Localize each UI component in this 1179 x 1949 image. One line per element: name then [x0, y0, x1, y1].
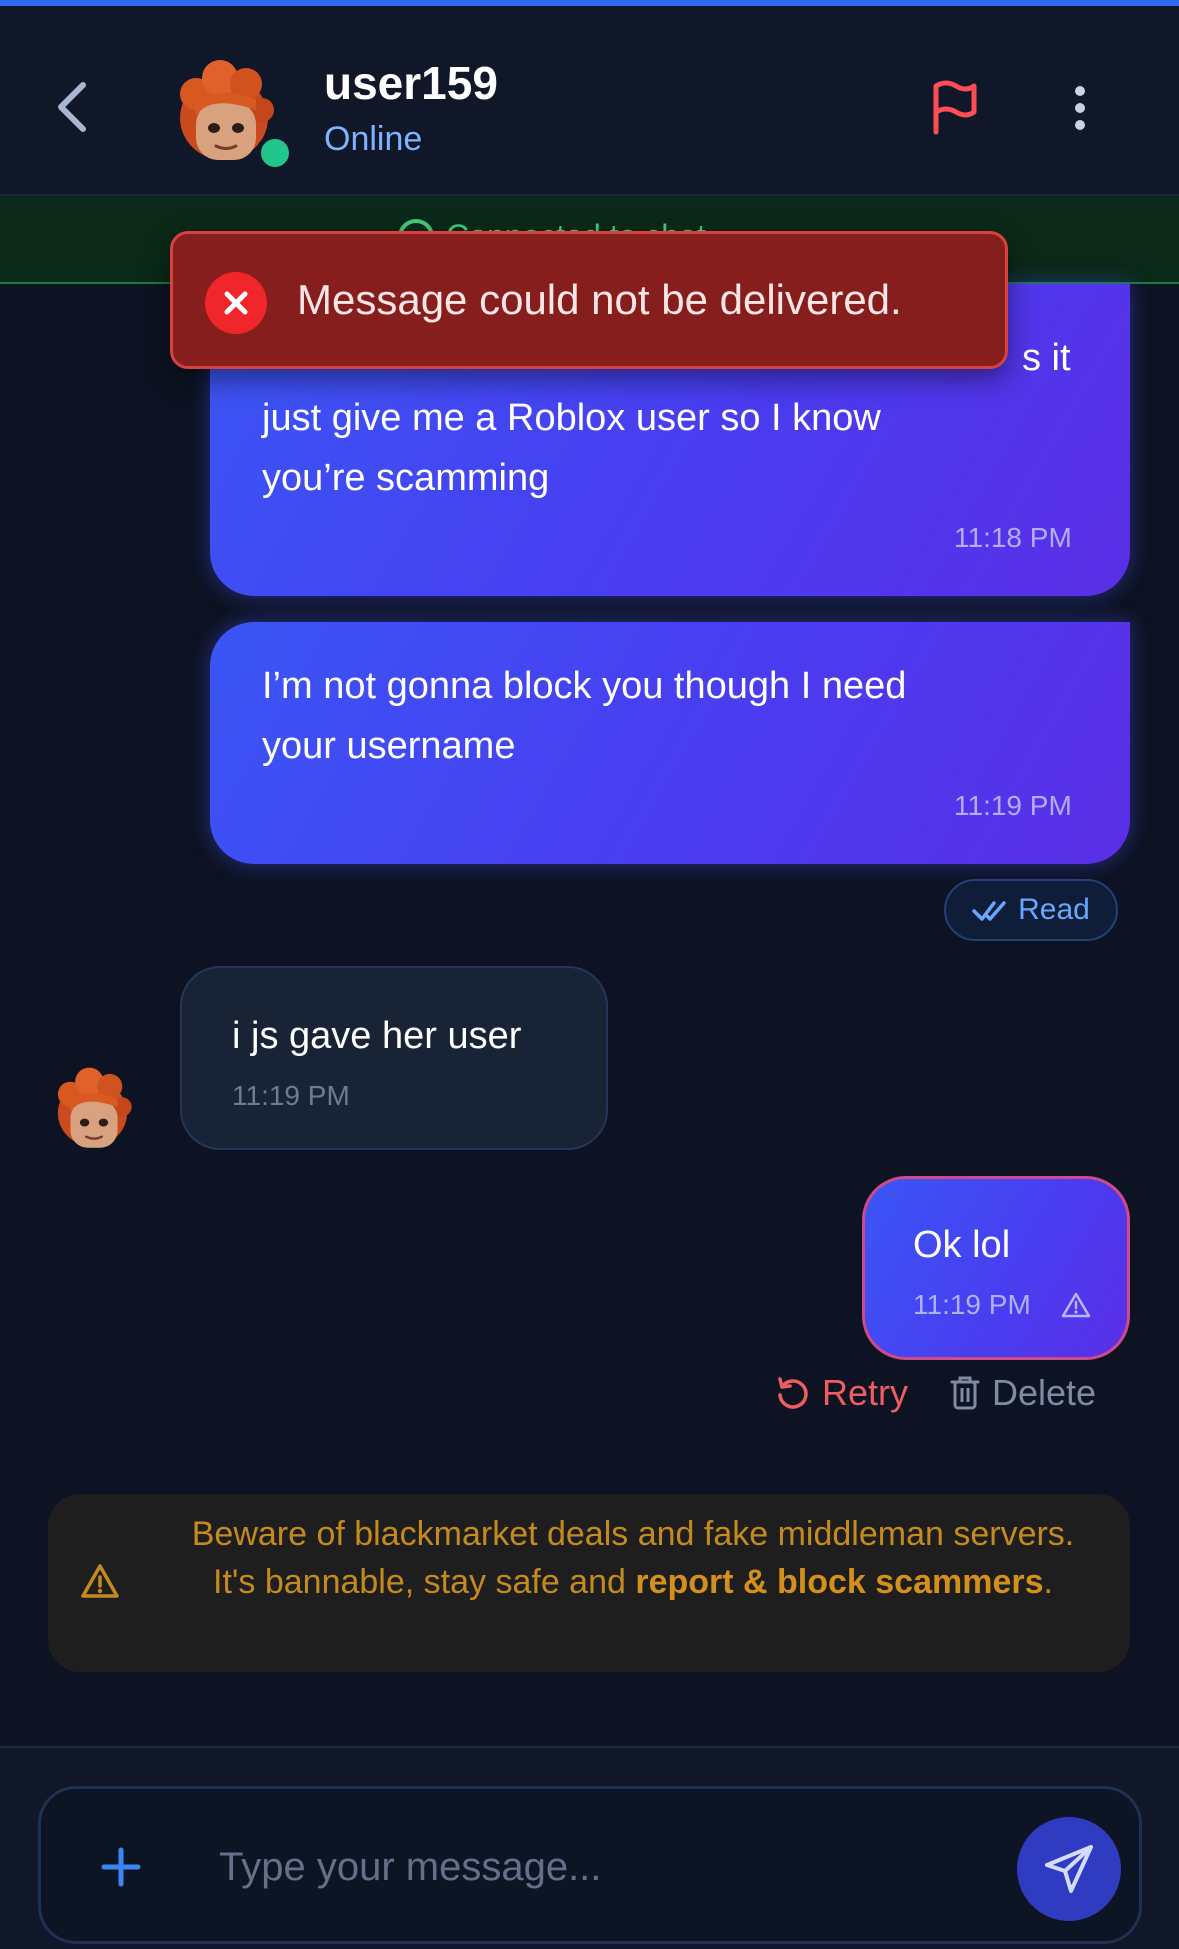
chat-username: user159 — [324, 57, 498, 109]
warning-triangle-icon — [81, 1564, 119, 1598]
error-toast[interactable]: Message could not be delivered. — [170, 231, 1008, 369]
retry-button[interactable]: Retry — [774, 1372, 908, 1414]
back-button[interactable] — [46, 72, 98, 142]
message-bubble-failed[interactable]: Ok lol 11:19 PM — [862, 1176, 1130, 1360]
flag-icon — [933, 80, 977, 135]
send-button[interactable] — [1017, 1817, 1121, 1921]
message-partial-line: s it — [1022, 337, 1071, 379]
double-check-icon — [972, 901, 1006, 921]
retry-label: Retry — [822, 1372, 909, 1413]
composer-area — [0, 1746, 1179, 1949]
online-status-dot — [256, 134, 294, 172]
chat-screen: user159 Online Connected to chat s it ju… — [0, 0, 1179, 1949]
avatar-image — [57, 1067, 132, 1148]
avatar[interactable] — [170, 54, 294, 172]
plus-icon — [101, 1847, 141, 1887]
message-text-line: you’re scamming — [262, 457, 550, 499]
message-time: 11:19 PM — [954, 790, 1072, 821]
send-icon — [1045, 1845, 1093, 1893]
message-text-line: just give me a Roblox user so I know — [262, 397, 881, 439]
chevron-left-icon — [58, 82, 86, 132]
message-time: 11:18 PM — [954, 522, 1072, 553]
avatar[interactable] — [50, 1066, 138, 1154]
read-label: Read — [1018, 893, 1090, 926]
message-text: Ok lol — [913, 1224, 1011, 1266]
warning-icon — [1061, 1292, 1091, 1318]
message-text: i js gave her user — [232, 1015, 522, 1057]
message-time: 11:19 PM — [232, 1080, 350, 1111]
delete-button[interactable]: Delete — [950, 1372, 1096, 1414]
message-bubble-incoming[interactable]: i js gave her user 11:19 PM — [180, 966, 608, 1150]
more-vertical-icon — [1075, 86, 1085, 130]
x-circle-icon — [205, 272, 267, 334]
report-button[interactable] — [924, 76, 984, 140]
delete-label: Delete — [992, 1372, 1097, 1413]
add-attachment-button[interactable] — [93, 1839, 149, 1895]
report-block-link[interactable]: report & block scammers — [635, 1563, 1043, 1601]
message-composer — [38, 1786, 1142, 1944]
user-status: Online — [324, 120, 423, 158]
message-time: 11:19 PM — [913, 1289, 1031, 1320]
message-text-line: I’m not gonna block you though I need — [262, 665, 907, 707]
message-text-line: your username — [262, 725, 516, 767]
trash-icon — [950, 1376, 980, 1410]
chat-header: user159 Online — [0, 6, 1179, 196]
error-message: Message could not be delivered. — [297, 276, 902, 323]
message-input[interactable] — [219, 1829, 839, 1905]
warning-text-end: . — [1043, 1563, 1053, 1601]
more-options-button[interactable] — [1056, 76, 1104, 140]
scam-warning-banner: Beware of blackmarket deals and fake mid… — [48, 1494, 1130, 1672]
message-bubble-outgoing[interactable]: I’m not gonna block you though I need yo… — [210, 622, 1130, 864]
retry-icon — [778, 1377, 808, 1409]
warning-text: Beware of blackmarket deals and fake mid… — [168, 1510, 1098, 1606]
read-receipt: Read — [944, 879, 1118, 941]
